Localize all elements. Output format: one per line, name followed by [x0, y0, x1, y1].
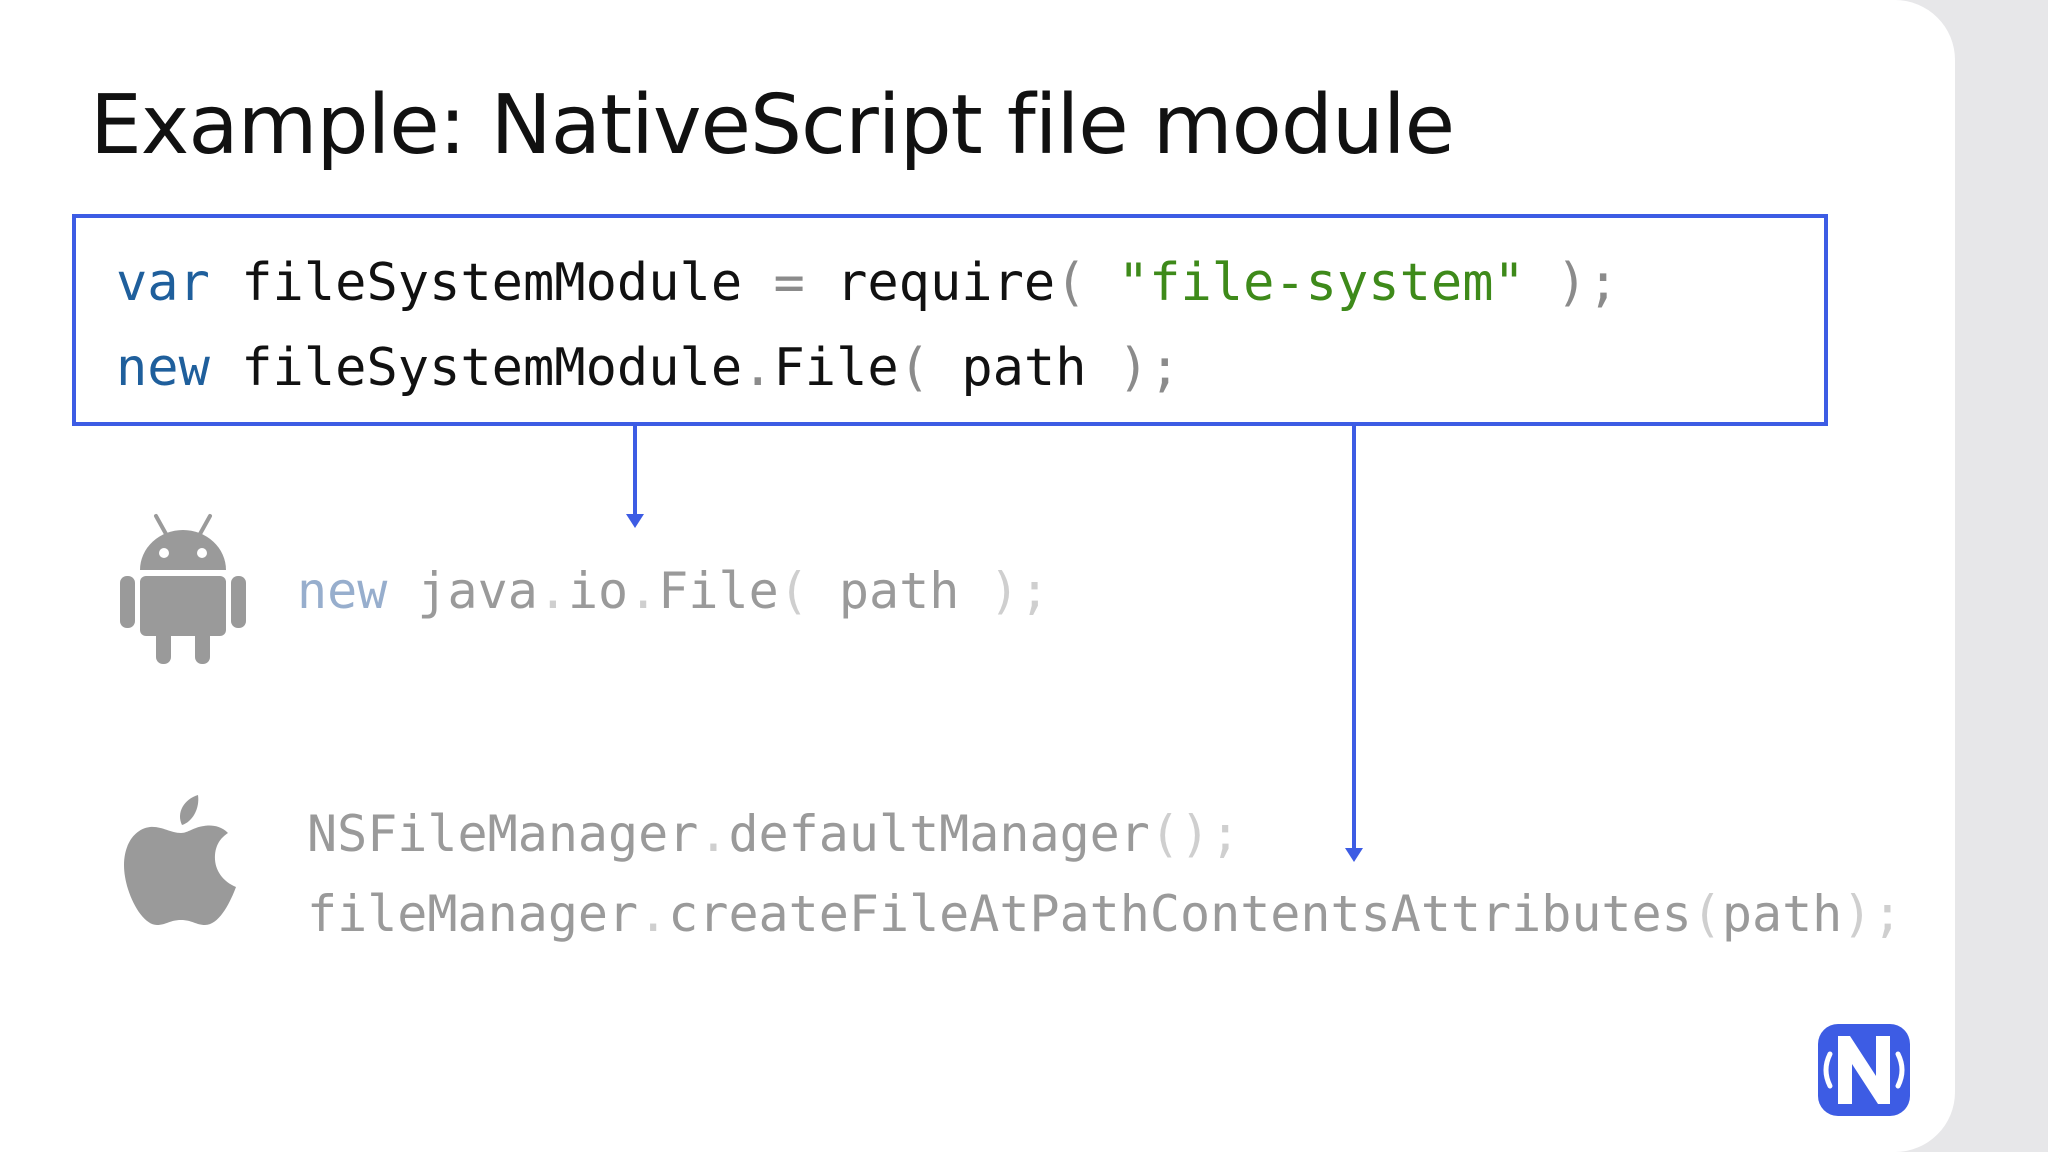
package-java: java [387, 562, 538, 620]
keyword-new: new [297, 562, 388, 620]
side-panel-top [1955, 0, 2048, 572]
slide-title: Example: NativeScript file module [90, 78, 1455, 173]
keyword-var: var [116, 253, 210, 313]
package-io: io [567, 562, 629, 620]
create-file-method: createFileAtPathContentsAttributes [668, 885, 1692, 943]
paren-close: ); [1086, 338, 1181, 398]
slide: Example: NativeScript file module var fi… [0, 0, 1955, 1152]
keyword-new: new [116, 338, 210, 398]
path-argument: path [961, 338, 1087, 398]
class-file: File [658, 562, 779, 620]
arrow-to-ios [1345, 426, 1363, 862]
operator: = [773, 253, 805, 313]
side-panel-bottom [1955, 572, 2048, 1152]
paren-close: ); [959, 562, 1050, 620]
code-line-require: var fileSystemModule = require( "file-sy… [116, 241, 1619, 326]
dot: . [742, 338, 774, 398]
paren-open: ( [778, 562, 839, 620]
apple-icon [124, 795, 236, 925]
call-close: (); [1149, 805, 1241, 863]
paren-close: ); [1842, 885, 1903, 943]
main-code-box: var fileSystemModule = require( "file-sy… [72, 214, 1828, 426]
android-icon [120, 514, 246, 664]
identifier: fileSystemModule [209, 253, 774, 313]
ios-code-line-2: fileManager.createFileAtPathContentsAttr… [307, 885, 1903, 943]
paren-close: ); [1524, 253, 1619, 313]
nativescript-logo-icon [1818, 1024, 1910, 1116]
dot: . [638, 885, 669, 943]
ns-file-manager: NSFileManager [307, 805, 699, 863]
string-literal: "file-system" [1117, 253, 1525, 313]
path-argument: path [838, 562, 960, 620]
file-manager-object: fileManager [307, 885, 639, 943]
arrow-to-android [626, 426, 644, 528]
dot: . [698, 805, 729, 863]
module-object: fileSystemModule [209, 338, 743, 398]
default-manager-method: defaultManager [728, 805, 1150, 863]
dot: . [537, 562, 568, 620]
paren-open: ( [898, 338, 962, 398]
paren-open: ( [1055, 253, 1118, 313]
code-line-new-file: new fileSystemModule.File( path ); [116, 326, 1180, 411]
ios-code-line-1: NSFileManager.defaultManager(); [307, 805, 1240, 863]
dot: . [628, 562, 659, 620]
path-argument: path [1721, 885, 1843, 943]
file-constructor: File [773, 338, 899, 398]
paren-open: ( [1691, 885, 1722, 943]
require-call: require [804, 253, 1056, 313]
android-code-line: new java.io.File( path ); [297, 562, 1050, 620]
